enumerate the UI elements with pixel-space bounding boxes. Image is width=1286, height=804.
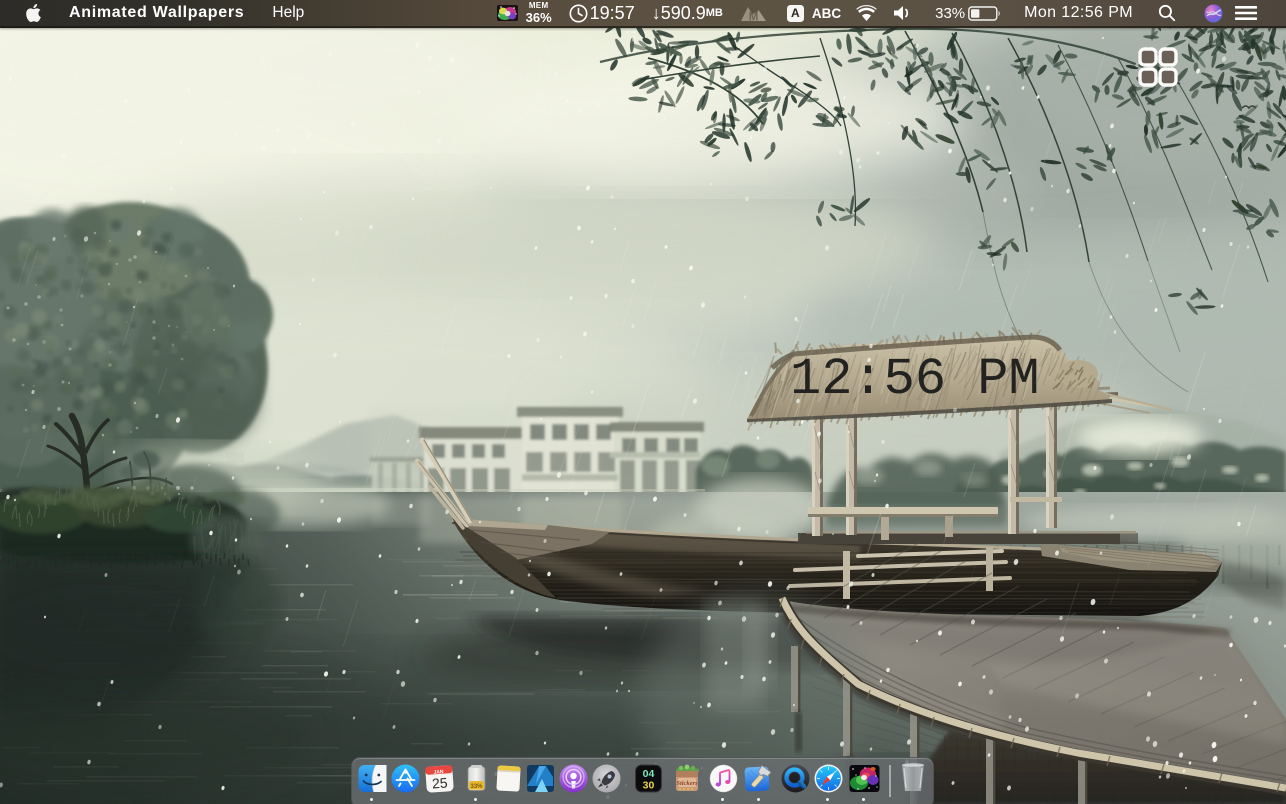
svg-text:25: 25 xyxy=(431,774,448,791)
svg-text:Stickers: Stickers xyxy=(676,780,698,787)
svg-text:33%: 33% xyxy=(470,784,483,790)
svg-text:04: 04 xyxy=(642,768,654,780)
svg-text:30: 30 xyxy=(642,779,654,791)
svg-text:M: M xyxy=(749,12,759,24)
